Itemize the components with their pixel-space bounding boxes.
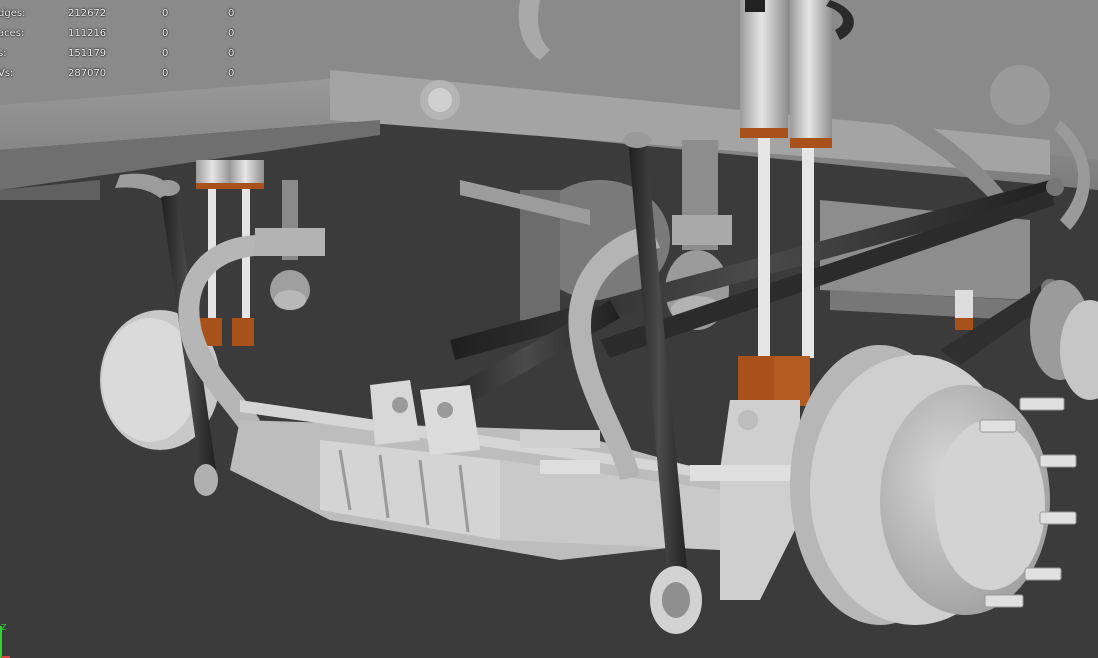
hud-label: Vs: [0, 68, 14, 79]
hud-value-selected: 0 [162, 68, 169, 79]
hud-value-component: 0 [228, 48, 235, 59]
hud-value-component: 0 [228, 68, 235, 79]
hud-value-total: 151179 [68, 48, 107, 59]
hud-row-tris: s: 151179 0 0 [0, 44, 260, 64]
hud-value-component: 0 [228, 8, 235, 19]
hud-value-total: 287070 [68, 68, 107, 79]
hud-value-component: 0 [228, 28, 235, 39]
hud-row-edges: dges: 212672 0 0 [0, 4, 260, 24]
hud-value-selected: 0 [162, 48, 169, 59]
hud-label: s: [0, 48, 7, 59]
hud-label: aces: [0, 28, 25, 39]
hud-row-uvs: Vs: 287070 0 0 [0, 64, 260, 84]
axis-gizmo-icon: Z [0, 623, 10, 658]
hud-value-selected: 0 [162, 28, 169, 39]
hud-value-total: 111216 [68, 28, 107, 39]
hud-label: dges: [0, 8, 26, 19]
axis-gizmo-label: Z [1, 623, 7, 632]
poly-count-hud: dges: 212672 0 0 aces: 111216 0 0 s: 151… [0, 4, 260, 84]
3d-viewport[interactable]: dges: 212672 0 0 aces: 111216 0 0 s: 151… [0, 0, 1098, 658]
hud-value-selected: 0 [162, 8, 169, 19]
hud-value-total: 212672 [68, 8, 107, 19]
suspension-3d-model[interactable] [0, 0, 1098, 658]
hud-row-faces: aces: 111216 0 0 [0, 24, 260, 44]
